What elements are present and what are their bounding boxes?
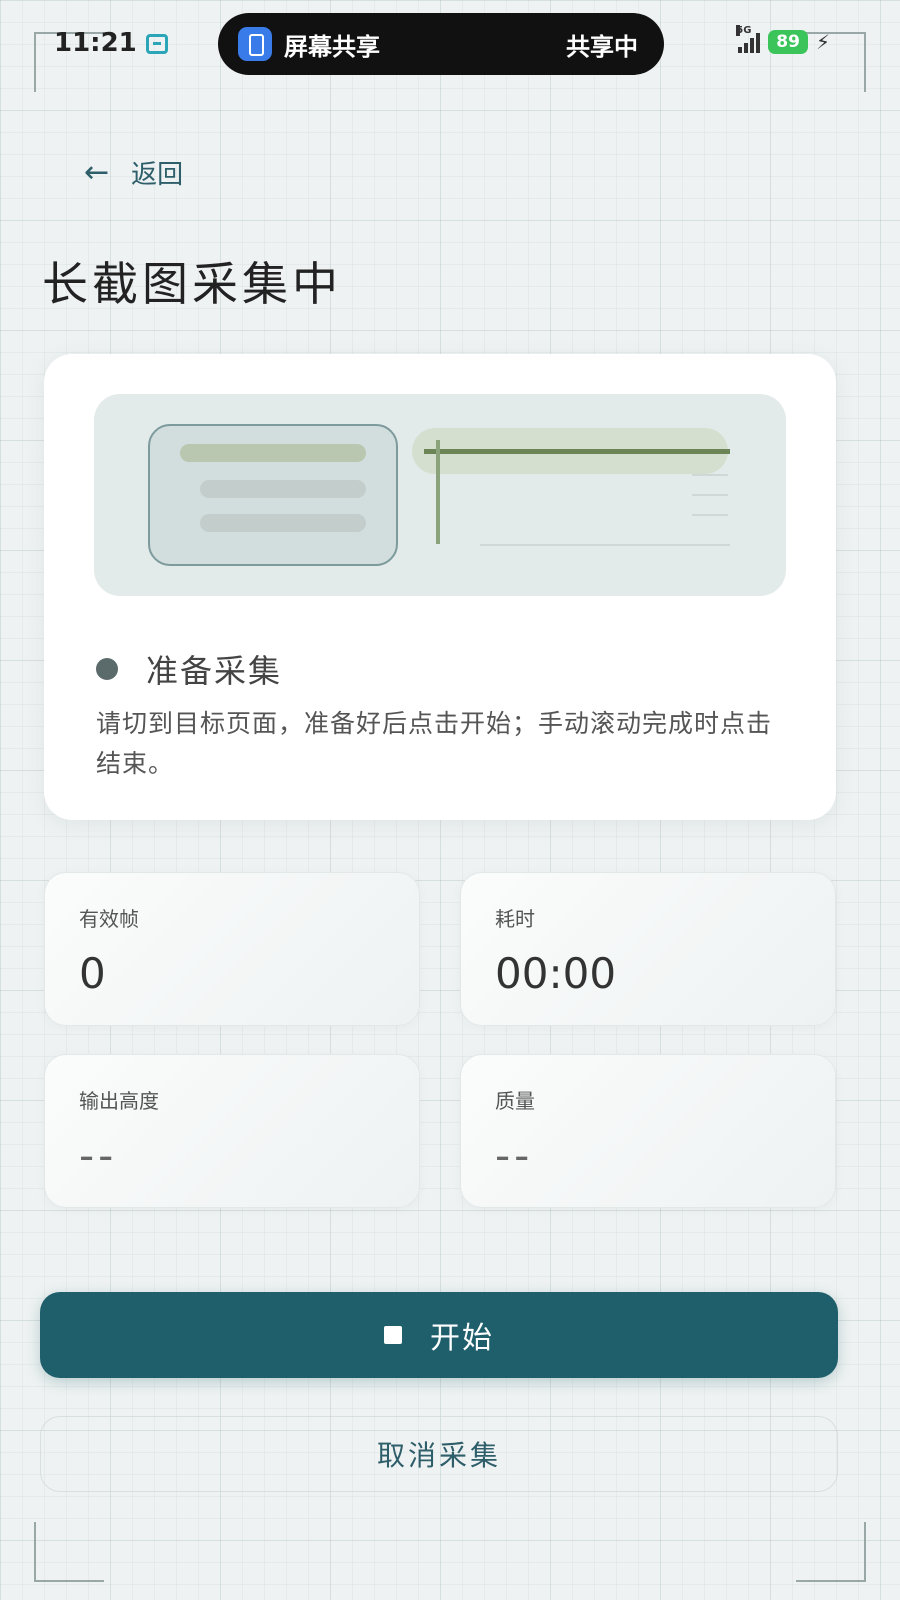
message-notification-icon xyxy=(146,34,168,54)
frame-corner-bottom-right xyxy=(796,1522,866,1582)
stop-icon xyxy=(384,1326,402,1344)
network-type: 5G xyxy=(736,25,752,36)
arrow-left-icon: ← xyxy=(84,154,110,190)
metric-quality: 质量 -- xyxy=(460,1054,836,1208)
metric-label: 质量 xyxy=(495,1089,535,1113)
status-indicators: 5G 89 ⚡ xyxy=(736,25,830,54)
capture-status-label: 准备采集 xyxy=(146,652,283,690)
screen-share-app-icon xyxy=(238,27,272,61)
metric-valid-frames: 有效帧 0 xyxy=(44,872,420,1026)
metric-value: -- xyxy=(495,1131,534,1180)
metric-value: 0 xyxy=(79,949,106,998)
screen-share-status: 共享中 xyxy=(566,32,638,61)
screen-share-title: 屏幕共享 xyxy=(284,32,380,61)
battery-icon: 89 xyxy=(768,30,808,54)
metric-value: -- xyxy=(79,1131,118,1180)
metric-elapsed-time: 耗时 00:00 xyxy=(460,872,836,1026)
metric-label: 耗时 xyxy=(495,907,535,931)
start-button[interactable]: 开始 xyxy=(40,1292,838,1378)
capture-hint: 请切到目标页面，准备好后点击开始；手动滚动完成时点击结束。 xyxy=(96,709,773,778)
back-label: 返回 xyxy=(131,160,184,190)
back-button[interactable]: ← 返回 xyxy=(84,154,183,191)
screen-share-island[interactable]: 屏幕共享 共享中 xyxy=(218,13,664,75)
capture-illustration xyxy=(94,394,786,596)
signal-icon: 5G xyxy=(736,25,761,53)
capture-status: 准备采集 xyxy=(96,646,282,692)
start-button-label: 开始 xyxy=(430,1321,494,1356)
illustration-panel xyxy=(148,424,398,566)
cancel-capture-button[interactable]: 取消采集 xyxy=(40,1416,838,1492)
cancel-button-label: 取消采集 xyxy=(376,1439,501,1472)
capture-status-card: 准备采集 请切到目标页面，准备好后点击开始；手动滚动完成时点击结束。 xyxy=(44,354,836,820)
page-title: 长截图采集中 xyxy=(42,257,342,311)
charging-icon: ⚡ xyxy=(815,30,830,54)
frame-corner-bottom-left xyxy=(34,1522,104,1582)
metric-label: 有效帧 xyxy=(79,907,139,931)
metric-label: 输出高度 xyxy=(79,1089,159,1113)
metric-output-height: 输出高度 -- xyxy=(44,1054,420,1208)
metric-value: 00:00 xyxy=(495,949,617,998)
status-dot-icon xyxy=(96,658,118,680)
status-time: 11:21 xyxy=(54,28,137,58)
